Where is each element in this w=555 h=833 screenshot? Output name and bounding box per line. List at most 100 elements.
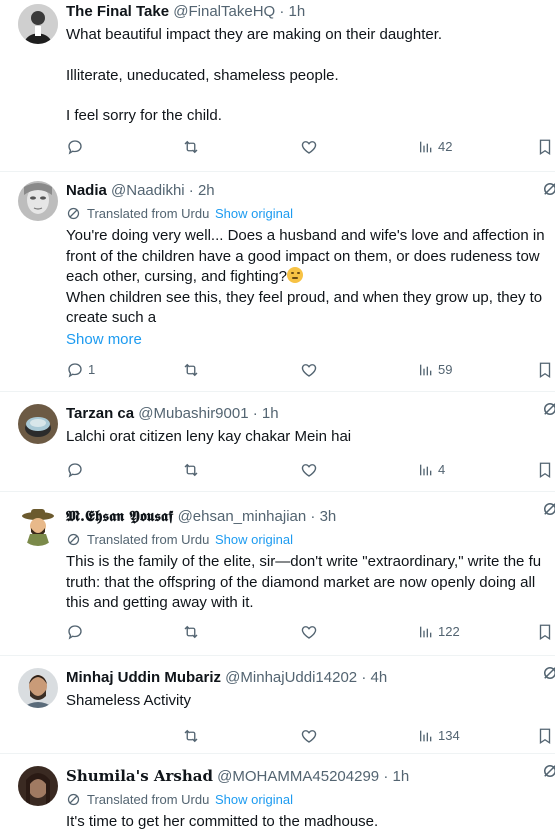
bookmark-button[interactable] bbox=[536, 460, 554, 480]
retweet-button[interactable] bbox=[182, 726, 200, 746]
views-icon bbox=[420, 730, 432, 742]
bookmark-button[interactable] bbox=[536, 360, 554, 380]
reply-tweet[interactable]: 𝕸.𝕰𝖍𝖘𝖆𝖓 𝖄𝖔𝖚𝖘𝖆𝖋 @ehsan_minhajian · 3h Tra… bbox=[0, 492, 555, 656]
bookmark-button[interactable] bbox=[536, 726, 554, 746]
translated-label: Translated from Urdu bbox=[87, 792, 210, 807]
retweet-icon bbox=[184, 625, 198, 639]
display-name[interactable]: Tarzan ca bbox=[66, 405, 134, 422]
action-bar: 42 bbox=[66, 137, 555, 157]
globe-icon bbox=[67, 793, 80, 806]
display-name[interactable]: The Final Take bbox=[66, 3, 169, 20]
tweet-header: 𝕸.𝕰𝖍𝖘𝖆𝖓 𝖄𝖔𝖚𝖘𝖆𝖋 @ehsan_minhajian · 3h bbox=[66, 506, 555, 527]
reply-tweet[interactable]: Tarzan ca @Mubashir9001 · 1h Lalchi orat… bbox=[0, 392, 555, 492]
reply-button[interactable] bbox=[66, 137, 84, 157]
action-bar: 122 bbox=[66, 622, 555, 642]
separator: · bbox=[383, 768, 389, 785]
retweet-button[interactable] bbox=[182, 360, 200, 380]
bookmark-icon bbox=[539, 624, 551, 641]
bookmark-button[interactable] bbox=[536, 137, 554, 157]
like-button[interactable] bbox=[300, 360, 318, 380]
tweet-text: Shameless Activity bbox=[66, 691, 555, 712]
avatar[interactable] bbox=[18, 668, 58, 708]
avatar[interactable] bbox=[18, 506, 58, 546]
views-button[interactable]: 4 bbox=[418, 460, 445, 480]
like-icon bbox=[301, 730, 317, 743]
show-original-link[interactable]: Show original bbox=[215, 792, 293, 807]
reply-tweet[interactable]: 𝐒𝐡𝐮𝐦𝐢𝐥𝐚'𝐬 𝐀𝐫𝐬𝐡𝐚𝐝 @MOHAMMA45204299 · 1h T… bbox=[0, 754, 555, 830]
like-button[interactable] bbox=[300, 460, 318, 480]
avatar[interactable] bbox=[18, 766, 58, 806]
text-line: Illiterate, uneducated, shameless people… bbox=[66, 66, 339, 84]
views-button[interactable]: 42 bbox=[418, 137, 452, 157]
timestamp[interactable]: 1h bbox=[392, 768, 409, 785]
text-line: each other, cursing, and fighting? bbox=[66, 267, 555, 288]
tweet-header: Minhaj Uddin Mubariz @MinhajUddi14202 · … bbox=[66, 668, 555, 688]
bookmark-button[interactable] bbox=[536, 622, 554, 642]
views-count: 122 bbox=[438, 624, 460, 639]
translated-label: Translated from Urdu bbox=[87, 206, 210, 221]
user-handle[interactable]: @MOHAMMA45204299 bbox=[217, 768, 379, 785]
action-bar: 4 bbox=[66, 460, 555, 480]
globe-icon bbox=[67, 533, 80, 546]
display-name[interactable]: 𝐒𝐡𝐮𝐦𝐢𝐥𝐚'𝐬 𝐀𝐫𝐬𝐡𝐚𝐝 bbox=[66, 767, 213, 785]
reply-button[interactable]: 1 bbox=[66, 360, 95, 380]
user-handle[interactable]: @Naadikhi bbox=[111, 182, 185, 199]
user-handle[interactable]: @MinhajUddi14202 bbox=[225, 669, 357, 686]
retweet-button[interactable] bbox=[182, 622, 200, 642]
show-original-link[interactable]: Show original bbox=[215, 206, 293, 221]
bookmark-icon bbox=[539, 462, 551, 479]
user-handle[interactable]: @ehsan_minhajian bbox=[178, 508, 307, 525]
retweet-button[interactable] bbox=[182, 460, 200, 480]
display-name[interactable]: 𝕸.𝕰𝖍𝖘𝖆𝖓 𝖄𝖔𝖚𝖘𝖆𝖋 bbox=[66, 507, 173, 525]
views-count: 42 bbox=[438, 139, 453, 154]
bookmark-icon bbox=[539, 362, 551, 379]
like-icon bbox=[301, 141, 317, 154]
separator: · bbox=[188, 182, 194, 199]
text-line: This is the family of the elite, sir—don… bbox=[66, 553, 542, 570]
separator: · bbox=[279, 3, 285, 20]
like-button[interactable] bbox=[300, 137, 318, 157]
views-icon bbox=[420, 626, 432, 638]
reply-tweet[interactable]: Minhaj Uddin Mubariz @MinhajUddi14202 · … bbox=[0, 656, 555, 754]
user-handle[interactable]: @Mubashir9001 bbox=[138, 405, 248, 422]
retweet-icon bbox=[184, 363, 198, 377]
views-button[interactable]: 59 bbox=[418, 360, 452, 380]
tweet-header: Nadia @Naadikhi · 2h bbox=[66, 181, 555, 201]
tweet-text: It's time to get her committed to the ma… bbox=[66, 812, 555, 833]
reply-icon bbox=[68, 463, 82, 478]
reply-tweet[interactable]: The Final Take @FinalTakeHQ · 1h What be… bbox=[0, 0, 555, 172]
reply-button[interactable] bbox=[66, 460, 84, 480]
text-line: Lalchi orat citizen leny kay chakar Mein… bbox=[66, 428, 352, 445]
bookmark-icon bbox=[539, 139, 551, 156]
reply-button[interactable] bbox=[66, 622, 84, 642]
timestamp[interactable]: 1h bbox=[289, 3, 306, 20]
avatar[interactable] bbox=[18, 4, 58, 44]
reply-count: 1 bbox=[88, 362, 96, 377]
avatar[interactable] bbox=[18, 404, 58, 444]
views-button[interactable]: 122 bbox=[418, 622, 460, 642]
show-original-link[interactable]: Show original bbox=[215, 532, 293, 547]
user-handle[interactable]: @FinalTakeHQ bbox=[173, 3, 275, 20]
timestamp[interactable]: 3h bbox=[320, 508, 337, 525]
avatar[interactable] bbox=[18, 181, 58, 221]
action-bar: 1 59 bbox=[66, 360, 555, 380]
translated-label: Translated from Urdu bbox=[87, 532, 210, 547]
text-line: It's time to get her committed to the ma… bbox=[66, 813, 379, 830]
like-button[interactable] bbox=[300, 622, 318, 642]
display-name[interactable]: Minhaj Uddin Mubariz bbox=[66, 669, 221, 686]
views-icon bbox=[420, 464, 432, 476]
like-button[interactable] bbox=[300, 726, 318, 746]
bookmark-icon bbox=[539, 728, 551, 745]
display-name[interactable]: Nadia bbox=[66, 182, 107, 199]
timestamp[interactable]: 4h bbox=[371, 669, 388, 686]
reply-tweet[interactable]: Nadia @Naadikhi · 2h Translated from Urd… bbox=[0, 172, 555, 392]
views-count: 4 bbox=[438, 462, 446, 477]
like-icon bbox=[301, 364, 317, 377]
views-button[interactable]: 134 bbox=[418, 726, 460, 746]
separator: · bbox=[252, 405, 258, 422]
retweet-button[interactable] bbox=[182, 137, 200, 157]
show-more-link[interactable]: Show more bbox=[66, 330, 555, 350]
timestamp[interactable]: 1h bbox=[262, 405, 279, 422]
timestamp[interactable]: 2h bbox=[198, 182, 215, 199]
text-line: I feel sorry for the child. bbox=[66, 107, 222, 124]
